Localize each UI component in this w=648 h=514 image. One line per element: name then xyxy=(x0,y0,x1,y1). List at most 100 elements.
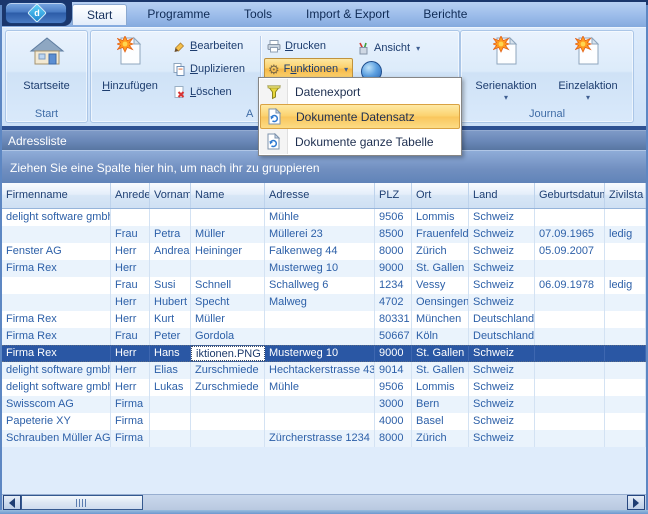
table-cell[interactable] xyxy=(605,430,646,447)
table-cell[interactable]: Müllerei 23 xyxy=(265,226,375,243)
table-cell[interactable] xyxy=(535,379,605,396)
table-cell[interactable]: Firma Rex xyxy=(2,311,111,328)
table-cell[interactable]: 9000 xyxy=(375,346,412,361)
table-cell[interactable]: Zurschmiede xyxy=(191,379,265,396)
table-cell[interactable]: Schweiz xyxy=(469,226,535,243)
table-cell[interactable]: Swisscom AG xyxy=(2,396,111,413)
table-cell[interactable]: Musterweg 10 xyxy=(265,346,375,361)
table-cell[interactable] xyxy=(605,362,646,379)
table-cell[interactable]: Firma xyxy=(111,396,150,413)
table-cell[interactable] xyxy=(605,328,646,345)
table-cell[interactable]: Lukas xyxy=(150,379,191,396)
table-cell[interactable]: Susi xyxy=(150,277,191,294)
application-menu-button[interactable]: d xyxy=(5,2,67,24)
table-cell[interactable] xyxy=(150,430,191,447)
table-cell[interactable]: delight software gmbh xyxy=(2,379,111,396)
column-header[interactable]: Ort xyxy=(412,183,469,208)
table-cell[interactable]: Fenster AG xyxy=(2,243,111,260)
table-row[interactable]: Papeterie XYFirma4000BaselSchweiz xyxy=(2,413,646,430)
table-cell[interactable]: Herr xyxy=(111,311,150,328)
table-cell[interactable]: 9506 xyxy=(375,209,412,226)
table-cell[interactable]: Köln xyxy=(412,328,469,345)
scroll-right-button[interactable] xyxy=(627,495,645,510)
table-cell[interactable] xyxy=(535,294,605,311)
table-cell[interactable]: Frau xyxy=(111,277,150,294)
table-cell[interactable] xyxy=(111,209,150,226)
table-cell[interactable]: Malweg xyxy=(265,294,375,311)
table-cell[interactable] xyxy=(265,328,375,345)
table-cell[interactable] xyxy=(191,396,265,413)
table-cell[interactable]: Schweiz xyxy=(469,379,535,396)
table-cell[interactable]: Firma Rex xyxy=(2,328,111,345)
table-cell[interactable]: St. Gallen xyxy=(412,362,469,379)
menu-item-dokumente-datensatz[interactable]: Dokumente Datensatz xyxy=(260,104,460,129)
table-cell[interactable]: 4000 xyxy=(375,413,412,430)
table-cell[interactable] xyxy=(535,413,605,430)
duplizieren-button[interactable]: Duplizieren xyxy=(169,58,266,80)
table-cell[interactable]: Oensingen xyxy=(412,294,469,311)
table-cell[interactable] xyxy=(2,277,111,294)
table-cell[interactable] xyxy=(150,209,191,226)
table-cell[interactable]: 50667 xyxy=(375,328,412,345)
table-row[interactable]: FrauSusiSchnellSchallweg 61234VessySchwe… xyxy=(2,277,646,294)
table-cell[interactable] xyxy=(605,260,646,277)
table-cell[interactable] xyxy=(605,396,646,413)
table-cell[interactable] xyxy=(191,209,265,226)
table-cell[interactable]: Deutschland xyxy=(469,328,535,345)
column-header[interactable]: Geburtsdatum xyxy=(535,183,605,208)
table-cell[interactable]: Schweiz xyxy=(469,430,535,447)
table-cell[interactable]: Andrea xyxy=(150,243,191,260)
table-row[interactable]: HerrHubertSpechtMalweg4702OensingenSchwe… xyxy=(2,294,646,311)
serienaktion-button[interactable]: Serienaktion ▾ xyxy=(467,34,545,106)
tab-programme[interactable]: Programme xyxy=(133,4,224,25)
table-cell[interactable]: Mühle xyxy=(265,209,375,226)
table-cell[interactable]: Schweiz xyxy=(469,413,535,430)
table-cell[interactable] xyxy=(191,413,265,430)
tab-import-export[interactable]: Import & Export xyxy=(292,4,403,25)
table-cell[interactable]: Firma xyxy=(111,413,150,430)
table-cell[interactable]: Mühle xyxy=(265,379,375,396)
table-cell[interactable]: delight software gmbh xyxy=(2,362,111,379)
table-cell[interactable]: Firma Rex xyxy=(2,260,111,277)
table-cell[interactable]: Schweiz xyxy=(469,260,535,277)
table-cell[interactable] xyxy=(535,346,605,361)
table-cell[interactable] xyxy=(150,260,191,277)
column-header[interactable]: Adresse xyxy=(265,183,375,208)
table-cell[interactable]: Hechtackerstrasse 43 xyxy=(265,362,375,379)
menu-item-dokumente-ganze-tabelle[interactable]: Dokumente ganze Tabelle xyxy=(260,129,460,154)
table-cell[interactable]: ledig xyxy=(605,277,646,294)
table-cell[interactable] xyxy=(535,362,605,379)
table-cell[interactable] xyxy=(605,243,646,260)
column-header[interactable]: PLZ xyxy=(375,183,412,208)
table-cell[interactable] xyxy=(605,294,646,311)
table-cell[interactable] xyxy=(535,311,605,328)
table-cell[interactable] xyxy=(265,311,375,328)
table-cell[interactable] xyxy=(265,396,375,413)
table-cell[interactable]: Deutschland xyxy=(469,311,535,328)
column-header[interactable]: Anrede xyxy=(111,183,150,208)
table-row[interactable]: Firma RexHerrKurtMüller80331MünchenDeuts… xyxy=(2,311,646,328)
table-cell[interactable]: 1234 xyxy=(375,277,412,294)
table-cell[interactable]: 9000 xyxy=(375,260,412,277)
table-cell[interactable]: Lommis xyxy=(412,379,469,396)
table-cell[interactable]: Müller xyxy=(191,226,265,243)
table-cell[interactable] xyxy=(535,260,605,277)
menu-item-datenexport[interactable]: Datenexport xyxy=(260,79,460,104)
table-cell[interactable]: Schweiz xyxy=(469,277,535,294)
table-cell[interactable]: 3000 xyxy=(375,396,412,413)
column-header[interactable]: Vorname xyxy=(150,183,191,208)
tab-berichte[interactable]: Berichte xyxy=(409,4,481,25)
table-cell[interactable] xyxy=(535,430,605,447)
einzelaktion-button[interactable]: Einzelaktion ▾ xyxy=(549,34,627,106)
table-cell[interactable]: Peter xyxy=(150,328,191,345)
table-cell[interactable]: Zürich xyxy=(412,243,469,260)
table-cell[interactable]: Basel xyxy=(412,413,469,430)
table-cell[interactable]: Schweiz xyxy=(469,362,535,379)
table-cell[interactable]: Frau xyxy=(111,226,150,243)
horizontal-scrollbar[interactable] xyxy=(2,494,646,510)
table-cell[interactable]: Hans xyxy=(150,346,191,361)
table-cell[interactable]: delight software gmbh xyxy=(2,209,111,226)
loeschen-button[interactable]: Löschen xyxy=(169,81,266,103)
hinzufuegen-button[interactable]: Hinzufügen xyxy=(97,34,163,104)
table-cell[interactable]: 8000 xyxy=(375,430,412,447)
